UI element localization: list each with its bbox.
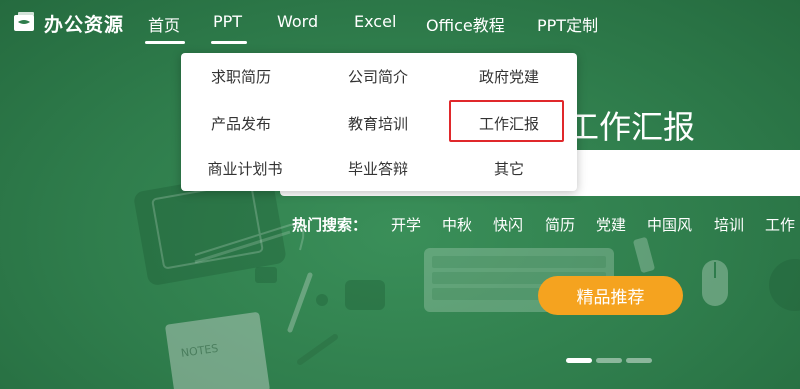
hot-term-zhongqiu[interactable]: 中秋 [442,214,472,235]
dropdown-item-resume[interactable]: 求职简历 [181,66,301,87]
dropdown-item-business-plan[interactable]: 商业计划书 [185,158,305,179]
dropdown-item-graduation[interactable]: 毕业答辩 [318,158,438,179]
carousel-dot-1[interactable] [566,358,592,363]
dropdown-item-company-intro[interactable]: 公司简介 [318,66,438,87]
hot-term-gongzuo[interactable]: 工作 [765,214,795,235]
nav-excel[interactable]: Excel [354,12,396,31]
work-report-highlight-box [449,100,564,142]
nav-home-underline [145,41,185,44]
logo[interactable]: 办公资源 [12,9,124,37]
nav-home[interactable]: 首页 [148,12,180,36]
hot-term-kaixue[interactable]: 开学 [391,214,421,235]
nav-word[interactable]: Word [277,12,318,31]
logo-text: 办公资源 [44,13,125,36]
dropdown-item-education[interactable]: 教育培训 [318,113,438,134]
dropdown-item-product-launch[interactable]: 产品发布 [181,113,301,134]
carousel-dot-3[interactable] [626,358,652,363]
carousel-dot-2[interactable] [596,358,622,363]
nav-ppt[interactable]: PPT [213,12,242,31]
dropdown-item-other[interactable]: 其它 [449,158,569,179]
hot-term-peixun[interactable]: 培训 [714,214,744,235]
nav-ppt-custom[interactable]: PPT定制 [537,12,598,36]
hot-search-label: 热门搜索： [292,216,368,234]
top-nav: 办公资源 首页 PPT Word Excel Office教程 PPT定制 [0,0,800,46]
featured-button[interactable]: 精品推荐 [538,276,683,315]
hot-term-dangjian[interactable]: 党建 [596,214,626,235]
hot-term-zhongguofeng[interactable]: 中国风 [647,214,692,235]
dropdown-item-government[interactable]: 政府党建 [449,66,569,87]
logo-icon [14,12,34,31]
hero-title: 工作汇报 [567,108,696,146]
hot-term-jianli[interactable]: 简历 [545,214,575,235]
hot-term-kuaishan[interactable]: 快闪 [493,214,523,235]
nav-ppt-underline [211,41,247,44]
nav-office-tutorial[interactable]: Office教程 [426,12,505,36]
